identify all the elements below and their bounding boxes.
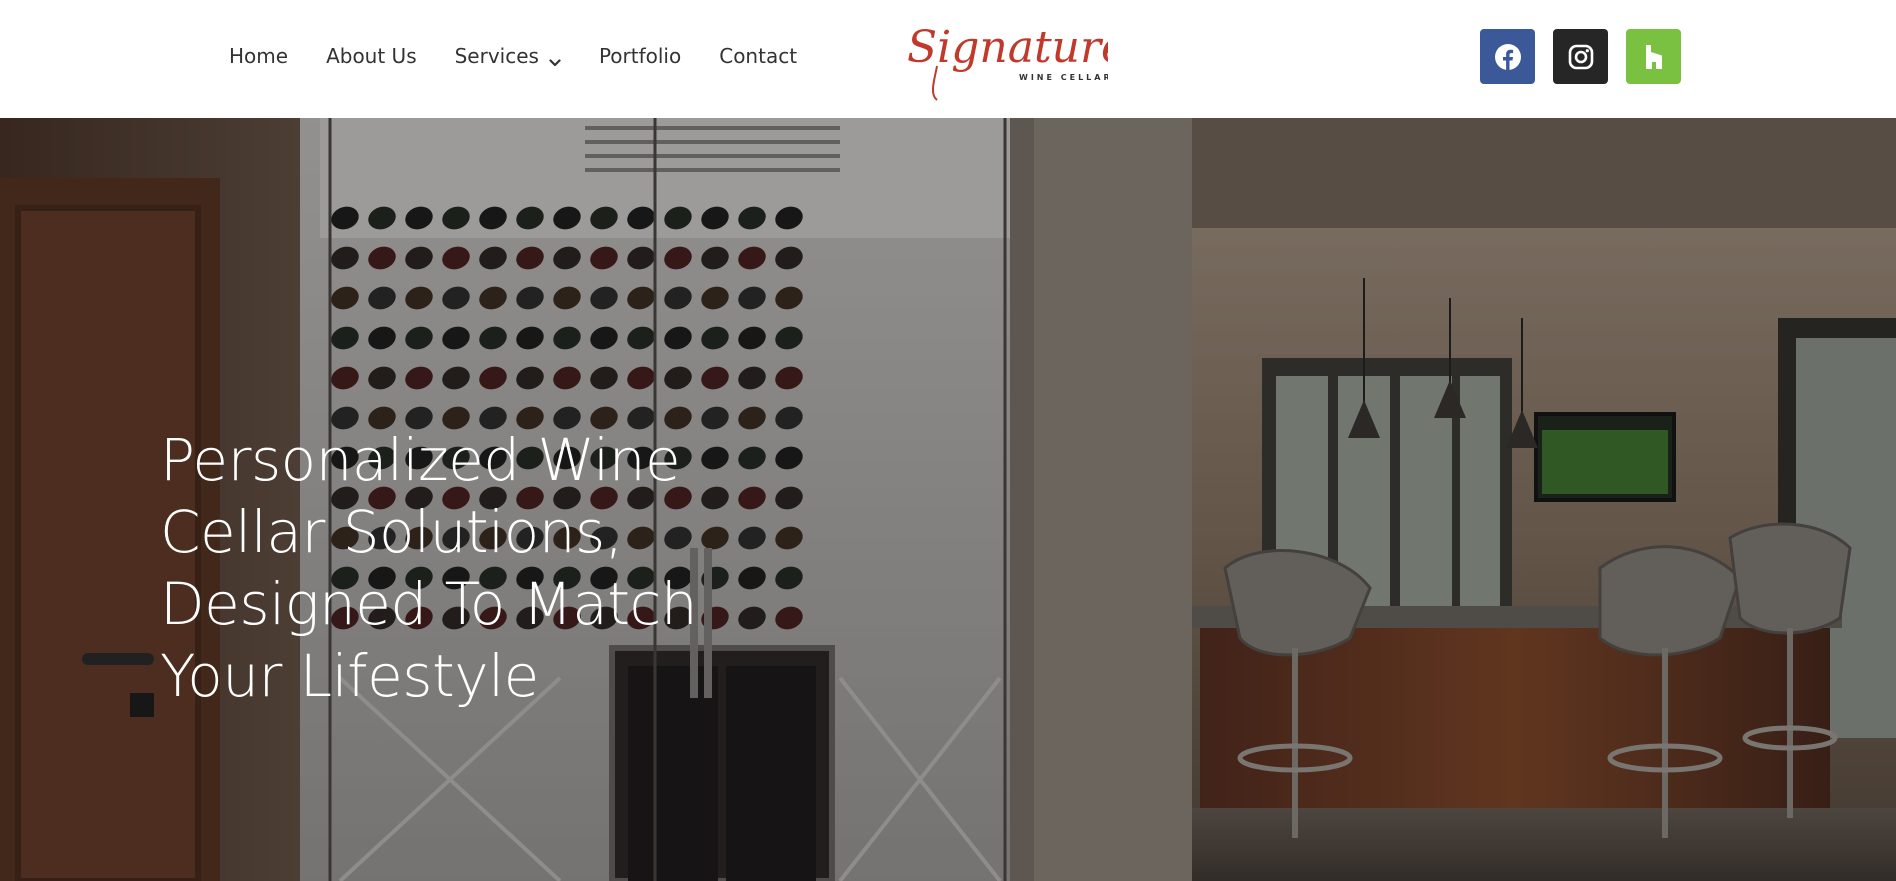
main-nav: Home About Us Services Portfolio Contact <box>229 0 835 112</box>
hero-headline-line-1: Personalized Wine <box>160 426 681 494</box>
hero-headline-line-2: Cellar Solutions, <box>160 498 623 566</box>
social-links <box>1480 29 1681 84</box>
nav-item-services[interactable]: Services <box>455 44 561 68</box>
nav-item-services-label: Services <box>454 44 539 68</box>
nav-item-portfolio-label: Portfolio <box>598 44 682 68</box>
hero-headline-line-4: Your Lifestyle <box>160 642 539 710</box>
hero-section: Personalized Wine Cellar Solutions, Desi… <box>0 118 1896 881</box>
nav-item-contact[interactable]: Contact <box>719 44 797 68</box>
instagram-button[interactable] <box>1553 29 1608 84</box>
facebook-icon <box>1494 43 1522 71</box>
nav-item-home-label: Home <box>229 44 289 68</box>
nav-item-portfolio[interactable]: Portfolio <box>599 44 681 68</box>
logo-tagline: WINE CELLARS <box>1019 73 1108 82</box>
site-logo[interactable]: Signature WINE CELLARS <box>903 14 1108 104</box>
nav-item-home[interactable]: Home <box>229 44 288 68</box>
nav-item-about-us-label: About Us <box>326 44 417 68</box>
houzz-button[interactable] <box>1626 29 1681 84</box>
houzz-icon <box>1640 43 1668 71</box>
instagram-icon <box>1567 43 1595 71</box>
nav-item-about-us[interactable]: About Us <box>326 44 417 68</box>
chevron-down-icon[interactable] <box>549 50 561 67</box>
nav-item-contact-label: Contact <box>719 44 798 68</box>
hero-headline-line-3: Designed To Match <box>160 570 698 638</box>
facebook-button[interactable] <box>1480 29 1535 84</box>
site-header: Home About Us Services Portfolio Contact… <box>0 0 1896 118</box>
logo-script: Signature <box>907 22 1108 73</box>
hero-headline: Personalized Wine Cellar Solutions, Desi… <box>160 424 780 712</box>
